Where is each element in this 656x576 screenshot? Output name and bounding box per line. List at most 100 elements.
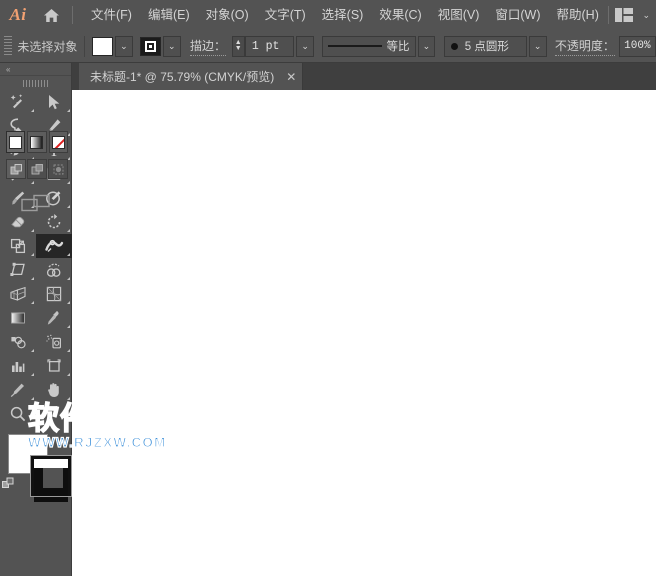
color-mode-icon	[9, 135, 23, 149]
opacity-label[interactable]: 不透明度：	[554, 37, 615, 56]
width-tool[interactable]	[36, 234, 72, 258]
magic-wand-flyout-indicator-icon[interactable]	[31, 109, 34, 112]
rectangle-flyout-indicator-icon[interactable]	[67, 181, 70, 184]
draw-behind-button[interactable]	[27, 159, 47, 179]
document-tab-title: 未标题-1* @ 75.79% (CMYK/预览)	[90, 70, 275, 84]
blend-tool[interactable]	[0, 330, 36, 354]
stroke-profile-selector[interactable]: 等比	[321, 35, 416, 57]
menu-item-help[interactable]: 帮助(H)	[549, 0, 607, 30]
tool-grid-spacer	[36, 402, 72, 426]
free-transform-flyout-indicator-icon[interactable]	[31, 277, 34, 280]
brush-definition-selector[interactable]: 5 点圆形	[443, 35, 527, 57]
control-divider-1	[84, 35, 86, 57]
gradient-mode-button[interactable]	[27, 131, 47, 153]
document-canvas[interactable]	[72, 90, 656, 576]
gradient-tool[interactable]	[0, 306, 36, 330]
symbol-sprayer-tool[interactable]	[36, 330, 72, 354]
brush-definition-label: 5 点圆形	[464, 41, 509, 53]
brush-chevron-down-icon[interactable]: ⌄	[528, 35, 547, 57]
illustrator-window: Ai 文件(F) 编辑(E) 对象(O) 文字(T) 选择(S) 效果(C) 视…	[0, 0, 656, 576]
menu-item-file[interactable]: 文件(F)	[83, 0, 140, 30]
width-tool-flyout-indicator-icon[interactable]	[67, 253, 70, 256]
swap-fill-stroke-icon[interactable]	[2, 477, 16, 491]
menu-items: 文件(F) 编辑(E) 对象(O) 文字(T) 选择(S) 效果(C) 视图(V…	[83, 0, 607, 30]
magic-wand-tool[interactable]	[0, 90, 36, 114]
artboard-flyout-indicator-icon[interactable]	[67, 373, 70, 376]
draw-inside-button[interactable]	[48, 159, 68, 179]
zoom-tool[interactable]	[0, 402, 36, 426]
document-tab-strip: 未标题-1* @ 75.79% (CMYK/预览) ✕	[72, 63, 656, 90]
stroke-weight-label[interactable]: 描边：	[190, 37, 227, 56]
blend-flyout-indicator-icon[interactable]	[31, 349, 34, 352]
menu-bar: Ai 文件(F) 编辑(E) 对象(O) 文字(T) 选择(S) 效果(C) 视…	[0, 0, 656, 30]
stroke-color-swatch[interactable]	[30, 455, 72, 502]
home-icon[interactable]	[36, 0, 66, 30]
perspective-grid-tool[interactable]	[0, 282, 36, 306]
tools-panel-collapse-icon[interactable]: «	[0, 63, 71, 76]
control-bar-grip[interactable]	[4, 36, 13, 56]
slice-flyout-indicator-icon[interactable]	[31, 397, 34, 400]
stroke-profile-label: 等比	[386, 41, 410, 53]
hand-tool[interactable]	[36, 378, 72, 402]
scale-tool[interactable]	[0, 234, 36, 258]
shape-builder-flyout-indicator-icon[interactable]	[67, 277, 70, 280]
tools-panel-grip[interactable]	[0, 76, 71, 90]
none-mode-button[interactable]	[48, 131, 68, 153]
artboard-tool[interactable]	[36, 354, 72, 378]
eraser-flyout-indicator-icon[interactable]	[31, 229, 34, 232]
none-mode-icon	[51, 135, 65, 149]
workspace-chevron-down-icon[interactable]: ⌄	[642, 10, 650, 21]
free-transform-tool[interactable]	[0, 258, 36, 282]
fill-stroke-controls	[0, 429, 72, 502]
menu-item-edit[interactable]: 编辑(E)	[140, 0, 198, 30]
fill-dropdown-chevron-down-icon[interactable]: ⌄	[114, 35, 133, 57]
stroke-weight-stepper[interactable]: ▲ ▼	[231, 35, 245, 57]
brush-preview-icon	[450, 42, 458, 50]
menu-item-window[interactable]: 窗口(W)	[487, 0, 548, 30]
stroke-weight-chevron-down-icon[interactable]: ⌄	[296, 35, 315, 57]
control-bar: 未选择对象 ⌄ ⌄ 描边： ▲ ▼ 1 pt ⌄ 等比 ⌄ 5 点圆形 ⌄ 不透明…	[0, 30, 656, 63]
slice-tool[interactable]	[0, 378, 36, 402]
tools-panel: «	[0, 63, 72, 576]
change-screen-mode-button[interactable]	[0, 189, 72, 217]
rotate-flyout-indicator-icon[interactable]	[67, 229, 70, 232]
eyedropper-flyout-indicator-icon[interactable]	[67, 325, 70, 328]
document-tab[interactable]: 未标题-1* @ 75.79% (CMYK/预览) ✕	[79, 63, 304, 90]
perspective-grid-flyout-indicator-icon[interactable]	[31, 301, 34, 304]
mesh-tool[interactable]	[36, 282, 72, 306]
draw-inside-icon	[53, 164, 63, 174]
stroke-swatch[interactable]	[140, 36, 161, 56]
line-flyout-indicator-icon[interactable]	[31, 181, 34, 184]
selection-flyout-indicator-icon[interactable]	[67, 109, 70, 112]
workspace-divider	[608, 6, 610, 24]
shape-builder-tool[interactable]	[36, 258, 72, 282]
draw-normal-button[interactable]	[6, 159, 26, 179]
stroke-profile-preview-icon	[327, 45, 382, 47]
menu-item-select[interactable]: 选择(S)	[314, 0, 372, 30]
menu-item-effect[interactable]: 效果(C)	[371, 0, 429, 30]
mesh-flyout-indicator-icon[interactable]	[67, 301, 70, 304]
scale-flyout-indicator-icon[interactable]	[31, 253, 34, 256]
column-graph-tool[interactable]	[0, 354, 36, 378]
fill-swatch[interactable]	[92, 36, 113, 56]
eyedropper-tool[interactable]	[36, 306, 72, 330]
opacity-input[interactable]: 100%	[618, 35, 656, 57]
stroke-weight-input[interactable]: 1 pt	[244, 35, 295, 57]
hand-flyout-indicator-icon[interactable]	[67, 397, 70, 400]
workspace-switcher-icon[interactable]	[615, 8, 634, 22]
app-logo: Ai	[9, 5, 27, 24]
menu-item-type[interactable]: 文字(T)	[257, 0, 314, 30]
color-mode-button[interactable]	[6, 131, 26, 153]
stroke-dropdown-chevron-down-icon[interactable]: ⌄	[162, 35, 181, 57]
paint-mode-buttons	[6, 131, 68, 155]
draw-behind-icon	[31, 163, 43, 174]
symbol-sprayer-flyout-indicator-icon[interactable]	[67, 349, 70, 352]
selection-tool[interactable]	[36, 90, 72, 114]
document-tab-close-icon[interactable]: ✕	[280, 63, 302, 90]
column-graph-flyout-indicator-icon[interactable]	[31, 373, 34, 376]
gradient-mode-icon	[30, 135, 44, 149]
menu-item-object[interactable]: 对象(O)	[198, 0, 257, 30]
menu-item-view[interactable]: 视图(V)	[430, 0, 488, 30]
menu-divider	[72, 6, 73, 24]
stroke-profile-chevron-down-icon[interactable]: ⌄	[417, 35, 436, 57]
